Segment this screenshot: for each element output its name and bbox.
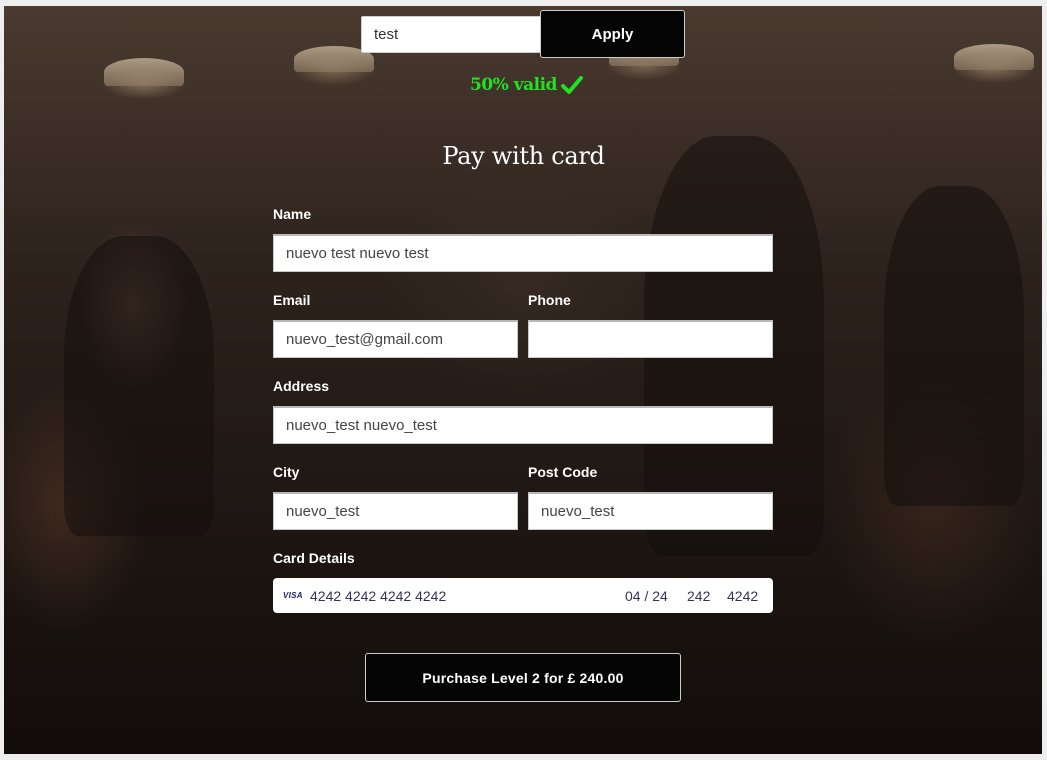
patron-silhouette bbox=[884, 186, 1024, 506]
background-photo bbox=[4, 6, 1042, 754]
lamp-shade bbox=[954, 44, 1034, 70]
coupon-status: 50% valid bbox=[470, 72, 583, 98]
purchase-button[interactable]: Purchase Level 2 for £ 240.00 bbox=[365, 653, 681, 702]
apply-coupon-button[interactable]: Apply bbox=[540, 10, 685, 58]
visa-icon: VISA bbox=[283, 591, 303, 600]
patron-silhouette bbox=[64, 236, 214, 536]
lamp-shade bbox=[104, 58, 184, 86]
name-field[interactable] bbox=[273, 234, 773, 272]
card-details-label: Card Details bbox=[273, 550, 355, 566]
card-number[interactable]: 4242 4242 4242 4242 bbox=[310, 588, 625, 604]
postcode-label: Post Code bbox=[528, 464, 598, 480]
phone-field[interactable] bbox=[528, 320, 773, 358]
page-title: Pay with card bbox=[442, 142, 605, 170]
city-field[interactable] bbox=[273, 492, 518, 530]
name-label: Name bbox=[273, 206, 312, 222]
city-label: City bbox=[273, 464, 300, 480]
card-details-field[interactable]: VISA 4242 4242 4242 4242 04 / 24 242 424… bbox=[273, 578, 773, 613]
address-field[interactable] bbox=[273, 406, 773, 444]
phone-label: Phone bbox=[528, 292, 571, 308]
card-zip[interactable]: 4242 bbox=[727, 588, 773, 604]
address-label: Address bbox=[273, 378, 330, 394]
card-expiry[interactable]: 04 / 24 bbox=[625, 588, 687, 604]
email-field[interactable] bbox=[273, 320, 518, 358]
postcode-field[interactable] bbox=[528, 492, 773, 530]
card-cvc[interactable]: 242 bbox=[687, 588, 727, 604]
email-label: Email bbox=[273, 292, 311, 308]
checkmark-icon bbox=[560, 76, 583, 94]
coupon-input[interactable] bbox=[361, 16, 541, 53]
coupon-status-text: 50% valid bbox=[470, 75, 557, 95]
